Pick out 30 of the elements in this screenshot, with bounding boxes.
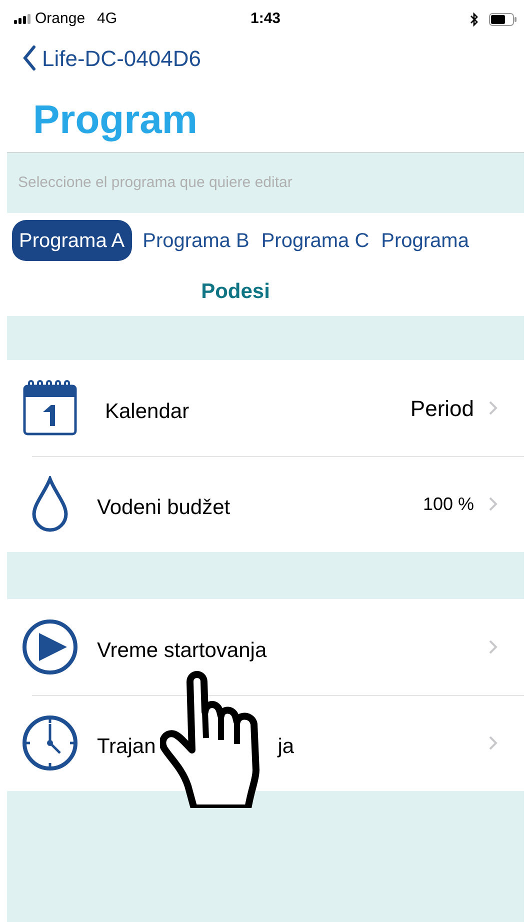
chevron-right-icon — [488, 735, 498, 751]
hint-text: Seleccione el programa que quiere editar — [18, 172, 292, 193]
row-label: ja — [278, 734, 294, 760]
program-tab[interactable]: Programa — [380, 220, 470, 261]
back-chevron-icon — [22, 45, 36, 71]
page-title: Program — [33, 97, 198, 144]
program-tab[interactable]: Programa B — [142, 220, 250, 261]
chevron-right-icon — [488, 639, 498, 655]
chevron-right-icon — [488, 496, 498, 512]
status-time: 1:43 — [250, 8, 281, 29]
clock-icon — [22, 715, 78, 771]
signal-icon — [14, 14, 31, 24]
water-drop-icon — [31, 476, 69, 532]
program-tab[interactable]: Programa A — [12, 220, 132, 261]
carrier-name: Orange — [35, 8, 86, 29]
row-value: Period — [410, 394, 474, 422]
row-label: Kalendar — [105, 399, 190, 426]
row-value: 100 % — [422, 492, 474, 516]
row-label: Vodeni budžet — [97, 495, 230, 522]
network-type: 4G — [97, 8, 118, 29]
row-label: Vreme startovanja — [97, 638, 267, 664]
row-label: Trajan — [97, 734, 156, 760]
play-icon — [22, 619, 78, 675]
program-tab[interactable]: Programa C — [260, 220, 370, 261]
chevron-right-icon — [488, 400, 498, 416]
section-title: Podesi — [201, 279, 270, 306]
back-button[interactable]: Life-DC-0404D6 — [22, 40, 201, 76]
calendar-icon — [23, 380, 77, 436]
battery-icon — [489, 12, 517, 26]
bluetooth-icon — [470, 12, 479, 26]
